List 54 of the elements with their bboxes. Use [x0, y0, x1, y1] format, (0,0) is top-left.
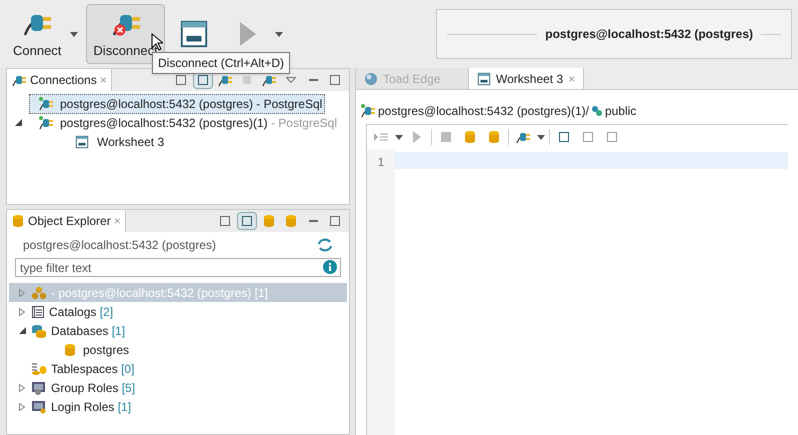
database-icon [63, 342, 77, 356]
sql-worksheet-icon [178, 19, 209, 49]
object-explorer-icon [11, 214, 25, 228]
tree-row[interactable]: Catalogs [2] [9, 302, 347, 321]
connection-label: postgres@localhost:5432 (postgres) [23, 237, 216, 254]
filter-field[interactable]: type filter text [15, 258, 341, 277]
expand-arrow-icon[interactable] [19, 288, 25, 296]
editor-tab[interactable]: Worksheet 3 × [469, 68, 584, 89]
sql-icon [75, 134, 89, 148]
cluster-icon [31, 286, 47, 300]
worksheet-item[interactable]: Worksheet 3 [7, 132, 349, 151]
database-icon [487, 130, 501, 144]
sql-icon [477, 72, 491, 86]
collapse-arrow-icon[interactable] [18, 327, 26, 334]
play-icon [238, 20, 258, 48]
expand-arrow-icon[interactable] [19, 384, 25, 392]
caret-icon [537, 134, 545, 140]
breadcrumb-schema[interactable]: public [604, 102, 636, 120]
expand-arrow-icon[interactable] [19, 402, 25, 410]
tree-row[interactable]: Databases [1] [9, 321, 347, 340]
expand-arrow-icon[interactable] [19, 308, 25, 316]
globe-icon [364, 72, 378, 86]
tooltip: Disconnect (Ctrl+Alt+D) [152, 52, 290, 74]
connections-tab[interactable]: Connections × [7, 69, 112, 91]
dropdown-caret-icon [274, 32, 283, 36]
database-icon [262, 214, 276, 228]
collapse-arrow-icon[interactable] [14, 119, 22, 126]
info-icon [323, 260, 337, 274]
banner-text: postgres@localhost:5432 (postgres) [545, 26, 753, 43]
object-explorer-tab[interactable]: Object Explorer × [7, 210, 126, 232]
connection-item[interactable]: postgres@localhost:5432 (postgres) - PostgreSql [29, 94, 326, 114]
link-editor-icon[interactable] [237, 212, 257, 230]
databases-icon [31, 324, 47, 338]
login-roles-icon [31, 400, 47, 414]
plug-icon [38, 96, 54, 112]
tree-row[interactable]: Tablespaces [0] [9, 359, 347, 378]
tree-row[interactable]: Group Roles [5] [9, 378, 347, 397]
plug-icon [38, 114, 54, 130]
catalog-icon [31, 304, 45, 318]
dropdown-caret-icon [70, 32, 78, 36]
connection-item[interactable]: postgres@localhost:5432 (postgres)(1) - PostgreSql [29, 112, 340, 132]
tree-row[interactable]: Login Roles [1] [9, 397, 347, 416]
tablespaces-icon [31, 362, 47, 376]
caret-icon [395, 134, 403, 140]
connection-icon [360, 103, 376, 119]
database-icon [463, 130, 477, 144]
tree-row[interactable]: postgres [9, 340, 347, 359]
breadcrumb-connection[interactable]: postgres@localhost:5432 (postgres)(1)/ [378, 102, 589, 120]
connect-button[interactable]: Connect [6, 4, 68, 64]
line-number: 1 [378, 154, 384, 169]
database-icon [284, 214, 298, 228]
refresh-icon[interactable] [317, 238, 333, 252]
group-roles-icon [31, 380, 47, 394]
schema-icon [590, 105, 603, 117]
